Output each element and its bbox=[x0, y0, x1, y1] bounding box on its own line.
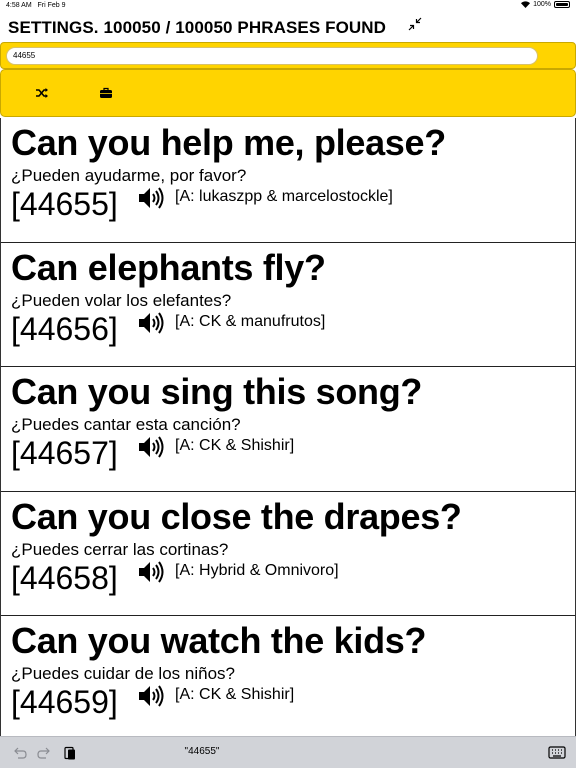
undo-icon[interactable] bbox=[12, 745, 28, 761]
phrase-spanish: ¿Puedes cerrar las cortinas? bbox=[11, 539, 229, 559]
speaker-icon[interactable] bbox=[137, 684, 165, 708]
phrase-attribution: [A: Hybrid & Omnivoro] bbox=[175, 561, 339, 579]
phrase-card[interactable]: Can you watch the kids? ¿Puedes cuidar d… bbox=[1, 616, 575, 736]
phrase-list[interactable]: Can you help me, please? ¿Pueden ayudarm… bbox=[0, 118, 576, 736]
status-date: Fri Feb 9 bbox=[37, 2, 66, 9]
phrase-card[interactable]: Can you sing this song? ¿Puedes cantar e… bbox=[1, 367, 575, 492]
header: SETTINGS. 100050 / 100050 PHRASES FOUND bbox=[0, 16, 576, 42]
phrase-english: Can elephants fly? bbox=[11, 246, 326, 288]
phrase-spanish: ¿Pueden volar los elefantes? bbox=[11, 290, 232, 310]
page-title: SETTINGS. 100050 / 100050 PHRASES FOUND bbox=[8, 18, 387, 37]
search-bar: 44655 bbox=[0, 42, 576, 69]
phrase-card[interactable]: Can you close the drapes? ¿Puedes cerrar… bbox=[1, 492, 575, 616]
speaker-icon[interactable] bbox=[137, 311, 165, 335]
phrase-number: [44658] bbox=[11, 559, 118, 596]
autocomplete-suggestion[interactable]: "44655" bbox=[150, 746, 254, 757]
paste-icon[interactable] bbox=[62, 745, 78, 761]
status-time-date: 4:58 AM Fri Feb 9 bbox=[6, 2, 66, 9]
phrase-number: [44656] bbox=[11, 310, 118, 347]
collapse-icon[interactable] bbox=[408, 17, 422, 31]
briefcase-icon[interactable] bbox=[99, 86, 113, 100]
phrase-card[interactable]: Can elephants fly? ¿Pueden volar los ele… bbox=[1, 243, 575, 367]
search-input[interactable]: 44655 bbox=[6, 47, 538, 65]
shuffle-icon[interactable] bbox=[35, 86, 49, 100]
phrase-english: Can you watch the kids? bbox=[11, 620, 427, 661]
phrase-number: [44657] bbox=[11, 435, 118, 471]
status-bar: 4:58 AM Fri Feb 9 100% bbox=[0, 0, 576, 12]
battery-icon bbox=[554, 1, 570, 8]
speaker-icon[interactable] bbox=[137, 560, 165, 584]
phrase-english: Can you close the drapes? bbox=[11, 495, 462, 537]
phrase-spanish: ¿Puedes cantar esta canción? bbox=[11, 415, 241, 434]
phrase-attribution: [A: CK & Shishir] bbox=[175, 686, 295, 703]
phrase-number: [44655] bbox=[11, 186, 118, 222]
phrase-english: Can you help me, please? bbox=[11, 122, 446, 163]
status-right: 100% bbox=[521, 1, 570, 8]
speaker-icon[interactable] bbox=[137, 186, 165, 210]
wifi-icon bbox=[521, 1, 531, 8]
phrase-spanish: ¿Pueden ayudarme, por favor? bbox=[11, 166, 247, 185]
phrase-number: [44659] bbox=[11, 684, 118, 720]
phrase-english: Can you sing this song? bbox=[11, 371, 423, 412]
phrase-attribution: [A: lukaszpp & marcelostockle] bbox=[175, 188, 393, 205]
toolbar bbox=[0, 69, 576, 117]
battery-percent: 100% bbox=[533, 1, 551, 8]
keyboard-icon[interactable] bbox=[548, 745, 566, 761]
redo-icon[interactable] bbox=[36, 745, 52, 761]
speaker-icon[interactable] bbox=[137, 435, 165, 459]
phrase-attribution: [A: CK & manufrutos] bbox=[175, 312, 326, 330]
phrase-card[interactable]: Can you help me, please? ¿Pueden ayudarm… bbox=[1, 118, 575, 243]
status-time: 4:58 AM bbox=[6, 2, 32, 9]
phrase-attribution: [A: CK & Shishir] bbox=[175, 437, 295, 454]
keyboard-shortcut-bar: "44655" bbox=[0, 736, 576, 768]
phrase-spanish: ¿Puedes cuidar de los niños? bbox=[11, 664, 235, 683]
